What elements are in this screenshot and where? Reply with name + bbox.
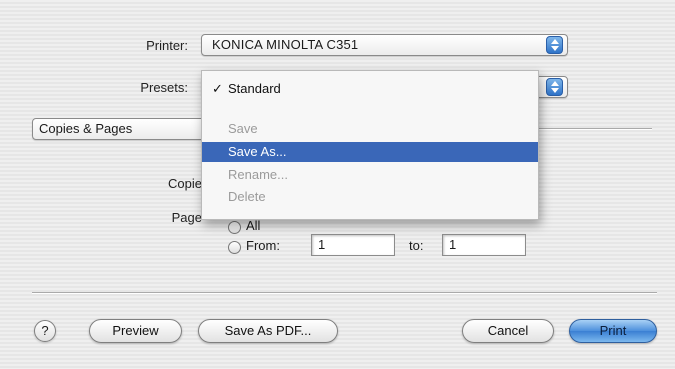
print-button[interactable]: Print bbox=[569, 319, 657, 343]
cancel-button[interactable]: Cancel bbox=[462, 319, 554, 343]
save-as-pdf-button[interactable]: Save As PDF... bbox=[198, 319, 338, 343]
printer-label: Printer: bbox=[146, 38, 188, 53]
help-button[interactable]: ? bbox=[34, 320, 56, 342]
section-popup[interactable]: Copies & Pages bbox=[32, 118, 222, 140]
pages-all-radio[interactable] bbox=[228, 221, 241, 234]
presets-menu: ✓ Standard Save Save As... Rename... Del… bbox=[201, 70, 539, 220]
presets-label: Presets: bbox=[140, 80, 188, 95]
pages-from-field[interactable]: 1 bbox=[311, 234, 395, 256]
printer-popup[interactable]: KONICA MINOLTA C351 bbox=[201, 34, 568, 56]
help-icon: ? bbox=[41, 323, 49, 338]
printer-value: KONICA MINOLTA C351 bbox=[212, 37, 359, 52]
menu-item-delete[interactable]: Delete bbox=[202, 187, 538, 207]
menu-item-standard[interactable]: ✓ Standard bbox=[202, 79, 538, 99]
pages-to-field[interactable]: 1 bbox=[442, 234, 526, 256]
preview-button[interactable]: Preview bbox=[89, 319, 182, 343]
printer-stepper-icon bbox=[546, 36, 563, 54]
pages-from-radio[interactable] bbox=[228, 241, 241, 254]
pages-label: Page bbox=[171, 210, 202, 225]
menu-item-save[interactable]: Save bbox=[202, 119, 538, 139]
menu-item-save-as[interactable]: Save As... bbox=[202, 142, 538, 162]
pages-from-label: From: bbox=[246, 238, 280, 253]
copies-label: Copie bbox=[168, 176, 202, 191]
menu-item-label: Standard bbox=[228, 81, 281, 96]
footer-separator bbox=[32, 292, 657, 294]
presets-stepper-icon bbox=[546, 78, 563, 96]
pages-to-label: to: bbox=[409, 238, 424, 253]
checkmark-icon: ✓ bbox=[212, 81, 223, 96]
menu-item-rename[interactable]: Rename... bbox=[202, 165, 538, 185]
pages-all-label: All bbox=[246, 218, 261, 233]
section-value: Copies & Pages bbox=[39, 121, 133, 136]
